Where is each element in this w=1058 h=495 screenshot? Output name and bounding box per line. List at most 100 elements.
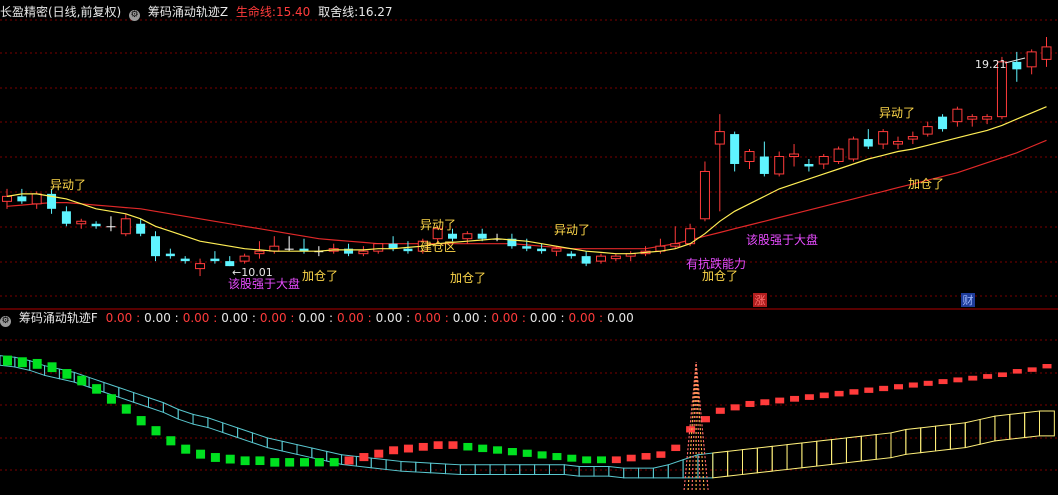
candle-body [477,233,487,239]
chip-bar [314,458,324,467]
chip-bar [240,456,250,466]
candle-body [61,211,71,224]
candle-body [448,233,457,239]
chip-bar [953,377,963,383]
candle-body [180,258,190,262]
candle-body [596,255,606,262]
band-segment [801,440,818,469]
band-segment [459,464,476,475]
candle-body [358,250,369,255]
low-price-mark: ←10.01 [232,266,273,279]
band-segment [578,465,595,477]
candle-body [744,151,755,162]
chip-bar [804,394,814,400]
candle-body [254,250,265,255]
band-segment [727,449,743,477]
chip-bar [225,454,235,464]
chip-bar [849,389,859,395]
chip-bar [997,372,1007,378]
candle-body [1041,46,1052,60]
candle-body [714,131,725,145]
candle-body [818,156,829,165]
candle-body [165,253,175,257]
chip-bar [745,400,755,407]
chip-bar [626,454,636,462]
chip-bar [270,458,280,467]
band-segment [222,422,239,439]
band-segment [831,437,847,465]
badge-text: 财 [963,293,974,307]
chip-bar [32,358,42,369]
candle-body [17,196,27,202]
chip-bar [656,451,666,458]
annotation-text: 加仓了 [450,271,486,285]
gear-icon[interactable]: ⚙ [129,10,141,21]
chip-bar [715,407,725,414]
badge-text: 涨 [755,294,766,307]
kline-workspace[interactable]: 异动了加仓了该股强于大盘异动了建仓区加仓了异动了有抗跌能力加仓了该股强于大盘异动… [0,0,1058,495]
exit-line-label: 取舍线: [318,5,359,19]
chip-bar [448,441,458,449]
main-chart[interactable]: 异动了加仓了该股强于大盘异动了建仓区加仓了异动了有抗跌能力加仓了该股强于大盘异动… [2,36,1052,307]
sub-value: 0.00 : [568,311,604,325]
chip-bar [790,395,800,402]
candle-body [789,153,800,158]
sub-indicator-name[interactable]: 筹码涌动轨迹F [19,311,98,325]
chip-bar [641,453,651,460]
chip-bar [463,442,473,451]
chip-bar [359,453,369,462]
candle-body [136,223,146,234]
band-segment [1039,410,1055,437]
band-segment [875,432,892,460]
candle-body [566,253,576,257]
sub-value: 0.00 : [105,311,141,325]
band-segment [860,434,877,462]
annotation-text: 加仓了 [302,269,338,283]
ma-short-line [6,106,1047,255]
candle-body [938,116,948,130]
candle-body [967,116,978,120]
candle-body [833,148,844,162]
candle-body [120,218,131,235]
band-segment [816,439,833,467]
main-header: 长盈精密(日线,前复权) ⚙ 筹码涌动轨迹Z 生命线:15.40 取舍线:16.… [0,2,397,22]
main-indicator-name[interactable]: 筹码涌动轨迹Z [148,5,228,19]
candle-body [952,108,963,123]
band-segment [474,464,491,475]
band-segment [400,460,417,473]
gear-icon[interactable]: ⚙ [0,316,11,327]
band-segment [1009,412,1026,440]
chip-bar [433,441,443,449]
event-badges: 涨财 [753,293,975,307]
band-segment [964,418,981,449]
candle-body [907,136,918,140]
band-segment [385,459,402,472]
chip-bar [552,453,562,461]
chip-bar [507,448,517,456]
sub-value: 0.00 : [221,311,256,325]
candle-body [195,263,206,270]
candle-body [462,233,473,240]
sub-indicator-values: 0.00 :0.00 :0.00 :0.00 :0.00 :0.00 :0.00… [106,311,638,325]
chip-spike [683,361,709,491]
annotation-text: 建仓区 [420,240,456,254]
chip-bar [923,380,933,386]
band-segment [994,413,1011,442]
candle-body [804,163,814,167]
annotation-text: 异动了 [879,106,915,120]
band-segment [845,435,862,464]
chip-bar [819,392,829,399]
band-segment [296,444,313,459]
band-segment [905,427,922,455]
annotation-text: 加仓了 [908,177,944,191]
band-segment [593,465,610,477]
band-segment [207,417,224,434]
candle-body [537,248,547,252]
annotation-text: 加仓了 [702,269,738,283]
candle-body [848,138,859,160]
candle-body [210,258,220,262]
band-segment [756,445,773,474]
chip-bar [611,456,621,464]
chip-bar [47,362,57,373]
annotation-text: 该股强于大盘 [746,232,818,247]
